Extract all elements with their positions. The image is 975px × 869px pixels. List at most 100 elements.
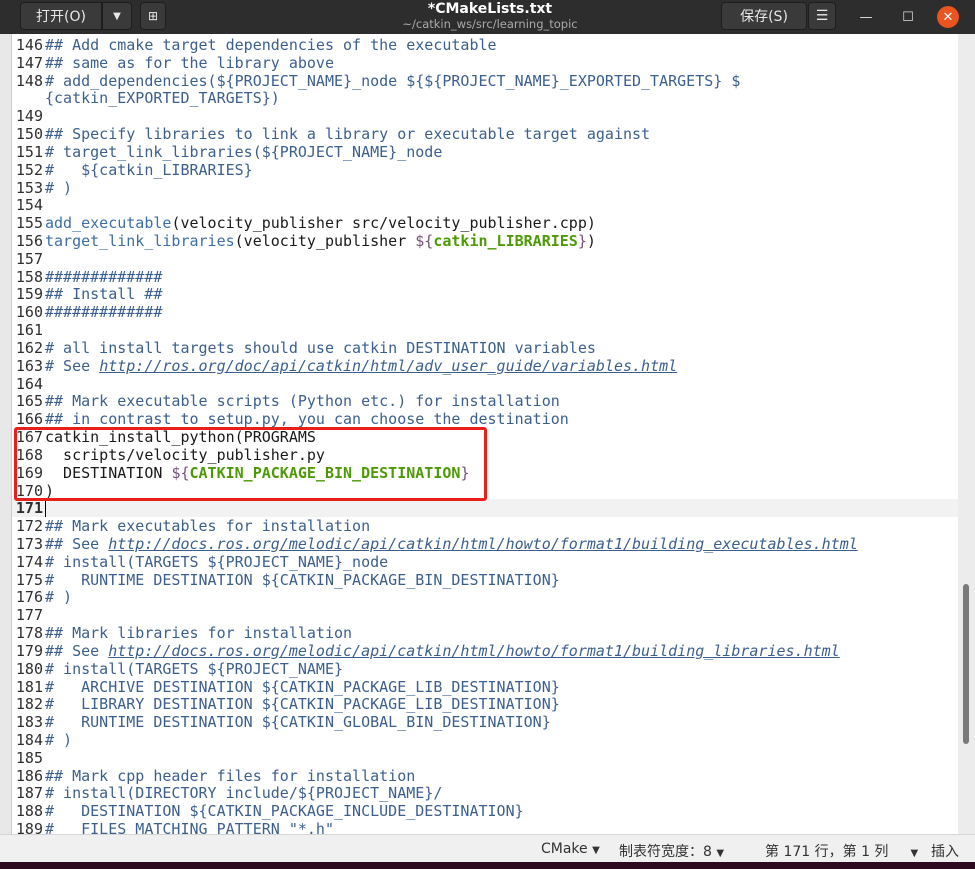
line-number: 168: [15, 445, 43, 464]
code-line[interactable]: 147 ## same as for the library above: [12, 54, 958, 72]
code-token: ## Mark cpp header files for installatio…: [45, 766, 416, 785]
code-line[interactable]: 166 ## in contrast to setup.py, you can c…: [12, 410, 958, 428]
code-token: (velocity_publisher: [234, 232, 416, 251]
insert-mode[interactable]: 插入: [931, 841, 959, 861]
code-line[interactable]: 169 DESTINATION ${CATKIN_PACKAGE_BIN_DES…: [12, 464, 958, 482]
maximize-button[interactable]: ☐: [897, 6, 919, 28]
code-line[interactable]: 172 ## Mark executables for installation: [12, 517, 958, 535]
code-link[interactable]: http://ros.org/doc/api/catkin/html/adv_u…: [99, 357, 677, 375]
code-line[interactable]: 151 # target_link_libraries(${PROJECT_NAM…: [12, 143, 958, 161]
code-token: (velocity_publisher src/velocity_publish…: [171, 214, 596, 233]
code-line[interactable]: 188 # DESTINATION ${CATKIN_PACKAGE_INCLUD…: [12, 802, 958, 820]
code-token: # LIBRARY DESTINATION ${CATKIN_PACKAGE_L…: [45, 695, 560, 714]
menu-button[interactable]: ☰: [808, 2, 836, 30]
line-number: 167: [15, 428, 43, 447]
line-number: 172: [15, 517, 43, 536]
code-editor[interactable]: 146 ## Add cmake target dependencies of t…: [12, 34, 958, 834]
code-line[interactable]: 173 ## See http://docs.ros.org/melodic/ap…: [12, 535, 958, 553]
code-line[interactable]: 146 ## Add cmake target dependencies of t…: [12, 36, 958, 54]
scrollbar-thumb[interactable]: [963, 584, 969, 744]
code-line[interactable]: 163 # See http://ros.org/doc/api/catkin/h…: [12, 357, 958, 375]
code-token: CATKIN_PACKAGE_BIN_DESTINATION: [189, 463, 461, 482]
line-number: 156: [15, 232, 43, 251]
code-line[interactable]: 160 #############: [12, 303, 958, 321]
status-bar: CMake ▼ 制表符宽度：8 ▼ 第 171 行，第 1 列 ▼ 插入: [0, 834, 975, 862]
cursor-position[interactable]: 第 171 行，第 1 列 ▼: [765, 841, 918, 861]
open-button[interactable]: 打开(O): [20, 2, 102, 30]
code-line[interactable]: 182 # LIBRARY DESTINATION ${CATKIN_PACKAG…: [12, 695, 958, 713]
left-panel-edge: [0, 34, 12, 834]
code-line[interactable]: 152 # ${catkin_LIBRARIES}: [12, 161, 958, 179]
language-selector[interactable]: CMake ▼: [541, 841, 600, 857]
code-line[interactable]: 164: [12, 375, 958, 393]
code-token: ## Install ##: [45, 285, 163, 304]
code-line[interactable]: 181 # ARCHIVE DESTINATION ${CATKIN_PACKAG…: [12, 678, 958, 696]
code-line[interactable]: 178 ## Mark libraries for installation: [12, 624, 958, 642]
code-line[interactable]: {catkin_EXPORTED_TARGETS}): [12, 89, 958, 107]
code-line[interactable]: 183 # RUNTIME DESTINATION ${CATKIN_GLOBAL…: [12, 713, 958, 731]
code-line[interactable]: 148 # add_dependencies(${PROJECT_NAME}_no…: [12, 72, 958, 90]
code-line[interactable]: 155 add_executable(velocity_publisher src…: [12, 214, 958, 232]
code-line[interactable]: 179 ## See http://docs.ros.org/melodic/ap…: [12, 642, 958, 660]
code-line[interactable]: 171: [12, 499, 958, 518]
line-number: 157: [15, 249, 43, 268]
minimize-button[interactable]: —: [855, 6, 877, 28]
close-button[interactable]: ✕: [937, 6, 959, 28]
code-line[interactable]: 165 ## Mark executable scripts (Python et…: [12, 392, 958, 410]
line-number: 179: [15, 641, 43, 660]
code-line[interactable]: 176 # ): [12, 588, 958, 606]
code-line[interactable]: 154: [12, 196, 958, 214]
code-line[interactable]: 153 # ): [12, 179, 958, 197]
code-line[interactable]: 162 # all install targets should use catk…: [12, 339, 958, 357]
open-dropdown-button[interactable]: ▼: [102, 2, 132, 30]
save-label: 保存(S): [740, 9, 788, 25]
code-line[interactable]: 175 # RUNTIME DESTINATION ${CATKIN_PACKAG…: [12, 571, 958, 589]
code-link[interactable]: http://docs.ros.org/melodic/api/catkin/h…: [108, 535, 858, 553]
line-number: 163: [15, 356, 43, 375]
code-token: catkin_install_python(PROGRAMS: [45, 428, 316, 447]
line-number: 184: [15, 730, 43, 749]
line-number: 146: [15, 36, 43, 54]
code-line[interactable]: 170): [12, 482, 958, 500]
code-token: ## Mark executable scripts (Python etc.)…: [45, 392, 560, 411]
code-line[interactable]: 156 target_link_libraries(velocity_publis…: [12, 232, 958, 250]
chevron-down-icon: ▼: [716, 848, 725, 859]
code-line[interactable]: 177: [12, 606, 958, 624]
vertical-scrollbar[interactable]: [958, 34, 975, 834]
code-token: # ): [45, 730, 73, 749]
new-document-icon: ⊞: [147, 9, 159, 23]
code-line[interactable]: 189 # FILES_MATCHING_PATTERN "*.h": [12, 820, 958, 834]
code-token: #############: [45, 303, 163, 322]
code-line[interactable]: 159 ## Install ##: [12, 285, 958, 303]
tab-width-selector[interactable]: 制表符宽度：8 ▼: [619, 841, 724, 861]
line-number: 155: [15, 214, 43, 233]
code-token: add_executable: [45, 214, 172, 233]
code-line[interactable]: 157: [12, 250, 958, 268]
code-token: target_link_libraries: [45, 232, 235, 251]
code-line[interactable]: 161: [12, 321, 958, 339]
code-line[interactable]: 184 # ): [12, 731, 958, 749]
code-token: ## Mark libraries for installation: [45, 624, 353, 643]
code-line[interactable]: 174 # install(TARGETS ${PROJECT_NAME}_nod…: [12, 553, 958, 571]
code-line[interactable]: 180 # install(TARGETS ${PROJECT_NAME}: [12, 660, 958, 678]
code-link[interactable]: http://docs.ros.org/melodic/api/catkin/h…: [108, 642, 840, 660]
line-number: 154: [15, 196, 43, 215]
code-line[interactable]: 186 ## Mark cpp header files for installa…: [12, 767, 958, 785]
code-line[interactable]: 187 # install(DIRECTORY include/${PROJECT…: [12, 784, 958, 802]
code-token: # ${catkin_LIBRARIES}: [45, 160, 253, 179]
new-tab-button[interactable]: ⊞: [140, 2, 166, 30]
chevron-down-icon: ▼: [910, 848, 919, 859]
code-line[interactable]: 185: [12, 749, 958, 767]
code-line[interactable]: 150 ## Specify libraries to link a librar…: [12, 125, 958, 143]
code-token: ## in contrast to setup.py, you can choo…: [45, 410, 569, 429]
line-number: 158: [15, 267, 43, 286]
file-path: ~/catkin_ws/src/learning_topic: [402, 17, 578, 31]
save-button[interactable]: 保存(S): [721, 2, 807, 30]
line-number: 173: [15, 534, 43, 553]
code-token: ## Add cmake target dependencies of the …: [45, 36, 497, 54]
code-line[interactable]: 158 #############: [12, 268, 958, 286]
code-token: # DESTINATION ${CATKIN_PACKAGE_INCLUDE_D…: [45, 802, 524, 821]
code-line[interactable]: 168 scripts/velocity_publisher.py: [12, 446, 958, 464]
code-line[interactable]: 149: [12, 107, 958, 125]
code-line[interactable]: 167 catkin_install_python(PROGRAMS: [12, 428, 958, 446]
